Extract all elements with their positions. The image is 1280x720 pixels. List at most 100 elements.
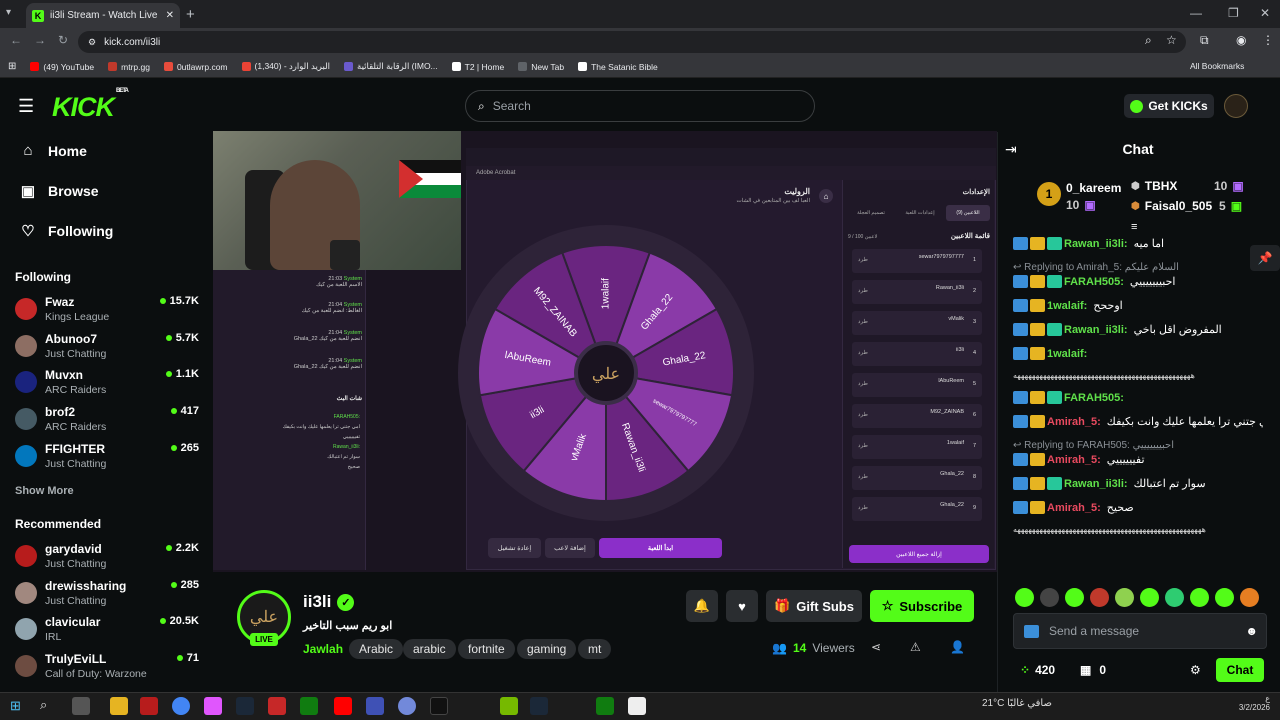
emoji-picker-icon[interactable]: ☻ bbox=[1245, 624, 1258, 638]
leaderboard-entry[interactable]: 0_kareem bbox=[1066, 181, 1121, 195]
browser-tab[interactable]: K ii3li Stream - Watch Live on Kick ✕ bbox=[26, 3, 180, 28]
zoom-icon[interactable]: ⌕ bbox=[1145, 33, 1152, 48]
close-window-icon[interactable]: ✕ bbox=[1260, 6, 1270, 20]
tab-players[interactable]: اللاعبين (9) bbox=[946, 205, 990, 221]
emote-icon[interactable] bbox=[1240, 588, 1259, 607]
home-icon[interactable]: ⌂ bbox=[819, 189, 833, 203]
new-tab-button[interactable]: + bbox=[186, 6, 195, 23]
nvidia-icon[interactable] bbox=[500, 697, 518, 715]
leaderboard-entry[interactable]: ⬢ TBHX bbox=[1131, 179, 1177, 193]
sidebar-channel[interactable]: clavicular IRL 20.5K bbox=[15, 615, 205, 649]
kick-player-button[interactable]: طرد bbox=[858, 381, 868, 387]
forward-icon[interactable]: → bbox=[34, 33, 46, 47]
figma-icon[interactable] bbox=[204, 697, 222, 715]
tab-game-settings[interactable]: إعدادات اللعبة bbox=[898, 205, 942, 221]
adobe-icon[interactable] bbox=[140, 697, 158, 715]
emote-icon[interactable] bbox=[1115, 588, 1134, 607]
chat-message[interactable]: 1walaif: اوححح bbox=[1013, 299, 1263, 312]
site-info-icon[interactable]: ⚙ bbox=[88, 37, 96, 48]
chat-message[interactable]: Amirah_5: امي جتني ترا يعلمها عليك وانت ب… bbox=[1013, 415, 1263, 428]
streamer-name[interactable]: ii3li ✓ bbox=[303, 592, 355, 612]
notification-bell-icon[interactable]: 🔔 bbox=[686, 590, 718, 622]
chat-username[interactable]: Rawan_ii3li: bbox=[1064, 478, 1128, 490]
chrome-icon[interactable] bbox=[172, 697, 190, 715]
stream-tag[interactable]: gaming bbox=[517, 639, 577, 659]
sidebar-channel[interactable]: garydavid Just Chatting 2.2K bbox=[15, 542, 205, 576]
nav-home[interactable]: ⌂ Home bbox=[20, 142, 86, 159]
tab-menu-icon[interactable]: ▾ bbox=[6, 7, 11, 18]
gift-subs-button[interactable]: 🎁 Gift Subs bbox=[766, 590, 862, 622]
close-tab-icon[interactable]: ✕ bbox=[166, 10, 174, 21]
minimize-icon[interactable]: — bbox=[1190, 6, 1202, 20]
stream-tag[interactable]: fortnite bbox=[458, 639, 515, 659]
xbox-icon[interactable] bbox=[596, 697, 614, 715]
chat-username[interactable]: Rawan_ii3li: bbox=[1064, 238, 1128, 250]
extensions-icon[interactable]: ⧉ bbox=[1200, 33, 1209, 48]
chat-message[interactable]: Rawan_ii3li: المفروض اقل باخي bbox=[1013, 323, 1263, 336]
channel-points[interactable]: ⁘ 420 bbox=[1020, 663, 1055, 677]
stream-tag[interactable]: mt bbox=[578, 639, 612, 659]
bookmark-item[interactable]: T2 | Home bbox=[451, 62, 504, 72]
chat-username[interactable]: Amirah_5: bbox=[1047, 416, 1101, 428]
emote-icon[interactable] bbox=[1140, 588, 1159, 607]
subscribe-button[interactable]: ☆ Subscribe bbox=[870, 590, 974, 622]
sidebar-channel[interactable]: brof2 ARC Raiders 417 bbox=[15, 405, 205, 439]
back-icon[interactable]: ← bbox=[10, 33, 22, 47]
bookmark-star-icon[interactable]: ☆ bbox=[1166, 33, 1177, 47]
reload-icon[interactable]: ↻ bbox=[58, 33, 68, 47]
system-clock[interactable]: ع 3/2/2026 bbox=[1200, 694, 1270, 712]
discord-icon[interactable] bbox=[398, 697, 416, 715]
sidebar-channel[interactable]: TrulyEviLL Call of Duty: Warzone 71 bbox=[15, 652, 205, 686]
tab-wheel-design[interactable]: تصميم العجلة bbox=[848, 205, 894, 221]
bookmark-item[interactable]: (49) YouTube bbox=[30, 62, 94, 72]
app-icon[interactable] bbox=[366, 697, 384, 715]
search-input[interactable]: ⌕ Search bbox=[465, 90, 815, 122]
stream-tag[interactable]: Arabic bbox=[349, 639, 404, 659]
app-icon[interactable] bbox=[628, 697, 646, 715]
steam-icon[interactable] bbox=[236, 697, 254, 715]
taskbar-search-icon[interactable]: ⌕ bbox=[40, 697, 47, 713]
chat-send-button[interactable]: Chat bbox=[1216, 658, 1264, 682]
chat-username[interactable]: Amirah_5: bbox=[1047, 454, 1101, 466]
sidebar-channel[interactable]: Muvxn ARC Raiders 1.1K bbox=[15, 368, 205, 402]
chat-username[interactable]: FARAH505: bbox=[1064, 276, 1124, 288]
kick-player-button[interactable]: طرد bbox=[858, 412, 868, 418]
browser-menu-icon[interactable]: ⋮ bbox=[1262, 33, 1274, 47]
kick-player-button[interactable]: طرد bbox=[858, 288, 868, 294]
all-bookmarks[interactable]: All Bookmarks bbox=[1190, 61, 1244, 71]
task-view-icon[interactable] bbox=[72, 697, 90, 715]
kick-player-button[interactable]: طرد bbox=[858, 319, 868, 325]
follow-heart-icon[interactable]: ♥ bbox=[726, 590, 758, 622]
user-options-icon[interactable]: 👤 bbox=[950, 640, 965, 654]
report-icon[interactable]: ⚠ bbox=[910, 640, 921, 654]
profile-icon[interactable]: ◉ bbox=[1236, 33, 1246, 47]
stream-tag[interactable]: arabic bbox=[403, 639, 456, 659]
kick-logo[interactable]: KICKBETA bbox=[52, 88, 129, 123]
terminal-icon[interactable] bbox=[430, 697, 448, 715]
kick-player-button[interactable]: طرد bbox=[858, 257, 868, 263]
weather-widget[interactable]: 21°C صافي غالبًا bbox=[982, 698, 1052, 709]
user-avatar[interactable] bbox=[1224, 94, 1248, 118]
apps-icon[interactable]: ⊞ bbox=[8, 61, 16, 72]
chat-message[interactable]: Amirah_5: صحيح bbox=[1013, 501, 1263, 514]
xbox-icon[interactable] bbox=[300, 697, 318, 715]
kick-player-button[interactable]: طرد bbox=[858, 474, 868, 480]
emote-icon[interactable] bbox=[1040, 588, 1059, 607]
chat-username[interactable]: FARAH505: bbox=[1064, 392, 1124, 404]
remove-all-players-button[interactable]: إزالة جميع اللاعبين bbox=[849, 545, 989, 563]
sidebar-channel[interactable]: FFIGHTER Just Chatting 265 bbox=[15, 442, 205, 476]
emote-icon[interactable] bbox=[1090, 588, 1109, 607]
chat-message[interactable]: 1walaif: bbox=[1013, 347, 1263, 360]
chat-message[interactable]: FARAH505: احبيييييييي bbox=[1013, 275, 1263, 288]
collapse-chat-icon[interactable]: ⇥ bbox=[1005, 141, 1017, 158]
hamburger-menu-icon[interactable]: ☰ bbox=[18, 96, 34, 117]
steam-icon[interactable] bbox=[530, 697, 548, 715]
add-player-button[interactable]: إضافة لاعب bbox=[545, 538, 595, 558]
nav-browse[interactable]: ▣ Browse bbox=[20, 182, 99, 200]
address-bar[interactable]: ⚙ kick.com/ii3li bbox=[78, 31, 1186, 53]
emote-icon[interactable] bbox=[1215, 588, 1234, 607]
chat-username[interactable]: 1walaif: bbox=[1047, 300, 1087, 312]
show-more-button[interactable]: Show More bbox=[15, 485, 74, 497]
sidebar-channel[interactable]: Abunoo7 Just Chatting 5.7K bbox=[15, 332, 205, 366]
bookmark-item[interactable]: الرقابة التلقائية (IMO... bbox=[344, 61, 438, 72]
